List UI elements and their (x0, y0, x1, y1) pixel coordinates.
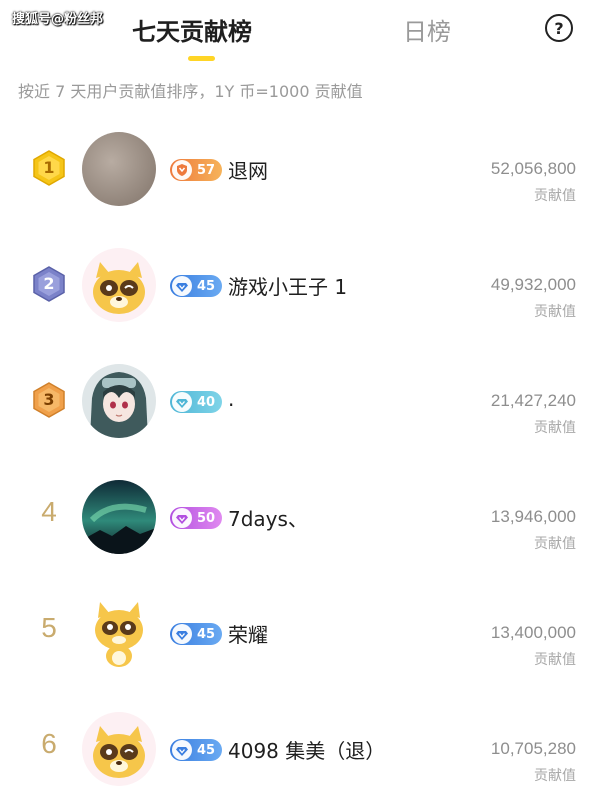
rank-number: 1 (43, 158, 55, 177)
contribution-label: 贡献值 (534, 768, 576, 784)
tab-seven-day[interactable]: 七天贡献榜 (132, 12, 252, 47)
username[interactable]: 游戏小王子 1 (228, 271, 347, 300)
contribution-label: 贡献值 (534, 304, 576, 320)
avatar[interactable] (82, 712, 156, 786)
ranking-description: 按近 7 天用户贡献值排序，1Y 币=1000 贡献值 (18, 82, 363, 101)
rank-number: 4 (41, 496, 57, 527)
leaderboard-row[interactable]: 3 40 . 21,427,240 贡献值 (0, 342, 596, 458)
avatar[interactable] (82, 364, 156, 438)
leaderboard-row[interactable]: 6 45 4098 集美（退） 10,705,280 贡献值 (0, 690, 596, 806)
level-badge: 50 (170, 507, 222, 529)
contribution-label: 贡献值 (534, 420, 576, 436)
username[interactable]: 4098 集美（退） (228, 735, 385, 764)
avatar[interactable] (82, 596, 156, 670)
diamond-icon (172, 740, 192, 760)
rank-silver-badge: 2 (32, 266, 66, 302)
help-icon[interactable]: ? (545, 14, 573, 42)
tab-daily[interactable]: 日榜 (403, 12, 451, 47)
leaderboard-row[interactable]: 5 45 荣耀 13,400,000 贡献值 (0, 574, 596, 690)
username[interactable]: 退网 (228, 155, 268, 184)
level-number: 45 (197, 742, 216, 758)
username[interactable]: 7days、 (228, 503, 308, 532)
diamond-icon (172, 624, 192, 644)
contribution-score: 13,400,000 (490, 623, 576, 642)
rank-gold-badge: 1 (32, 150, 66, 186)
leaderboard-row[interactable]: 1 57 退网 52,056,800 贡献值 (0, 110, 596, 226)
username[interactable]: 荣耀 (228, 619, 268, 648)
level-number: 57 (197, 162, 216, 178)
level-number: 45 (197, 626, 216, 642)
leaderboard-row[interactable]: 2 45 游戏小王子 1 49,932,000 贡献值 (0, 226, 596, 342)
contribution-label: 贡献值 (534, 652, 576, 668)
contribution-score: 49,932,000 (490, 275, 576, 294)
rank-number: 6 (41, 728, 57, 759)
diamond-icon (172, 392, 192, 412)
avatar[interactable] (82, 480, 156, 554)
diamond-icon (172, 508, 192, 528)
active-tab-indicator (188, 56, 215, 61)
contribution-score: 13,946,000 (490, 507, 576, 526)
contribution-score: 52,056,800 (490, 159, 576, 178)
shield-icon (172, 160, 192, 180)
level-badge: 45 (170, 739, 222, 761)
level-badge: 45 (170, 623, 222, 645)
diamond-icon (172, 276, 192, 296)
avatar[interactable] (82, 132, 156, 206)
contribution-label: 贡献值 (534, 188, 576, 204)
username[interactable]: . (228, 387, 234, 411)
contribution-label: 贡献值 (534, 536, 576, 552)
level-number: 40 (197, 394, 216, 410)
rank-bronze-badge: 3 (32, 382, 66, 418)
level-badge: 40 (170, 391, 222, 413)
level-number: 50 (197, 510, 216, 526)
level-number: 45 (197, 278, 216, 294)
level-badge: 45 (170, 275, 222, 297)
level-badge: 57 (170, 159, 222, 181)
rank-number: 2 (43, 274, 55, 293)
rank-number: 3 (43, 390, 55, 409)
contribution-score: 10,705,280 (490, 739, 576, 758)
rank-number: 5 (41, 612, 57, 643)
leaderboard-row[interactable]: 4 50 7days、 13,946,000 贡献值 (0, 458, 596, 574)
contribution-score: 21,427,240 (490, 391, 576, 410)
avatar[interactable] (82, 248, 156, 322)
tab-bar: 七天贡献榜 日榜 ? (0, 0, 596, 70)
